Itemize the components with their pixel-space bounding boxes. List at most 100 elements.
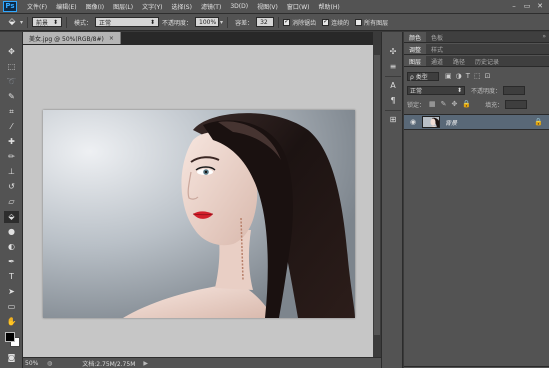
status-menu-icon[interactable]: ◍ [47,360,52,367]
lock-transparent-icon[interactable]: ▦ [429,100,436,108]
menu-view[interactable]: 视图(V) [257,2,278,11]
tolerance-input[interactable]: 32 [256,17,275,27]
layer-name[interactable]: 背景 [445,118,457,127]
lock-all-icon[interactable]: 🔒 [462,100,471,108]
type-filter-icon[interactable]: T [466,72,470,80]
history-brush-tool-icon[interactable]: ↺ [4,181,19,193]
contiguous-checkbox[interactable]: ✓ [322,18,330,26]
menu-filter[interactable]: 滤镜(T) [201,2,221,11]
all-layers-option[interactable]: 所有图层 [355,18,388,27]
status-bar: 50% ◍ 文档:2.75M/2.75M ▶ [23,357,381,368]
move-tool-icon[interactable]: ✥ [4,46,19,58]
tab-channels[interactable]: 通道 [426,56,448,66]
layer-kind-select[interactable]: ρ 类型 [407,71,439,81]
scrollbar-thumb[interactable] [374,55,380,335]
document-tab[interactable]: 美女.jpg @ 50%(RGB/8#) × [23,32,121,44]
menu-edit[interactable]: 编辑(E) [56,2,76,11]
brush-panel-icon[interactable]: ≡ [387,61,399,73]
brush-presets-icon[interactable]: ✣ [387,46,399,58]
paint-bucket-tool-icon[interactable]: ⬙ [4,211,19,223]
eyedropper-tool-icon[interactable]: ⁄ [4,121,19,133]
tolerance-value: 32 [260,18,268,26]
menu-type[interactable]: 文字(Y) [142,2,162,11]
opacity-input[interactable]: 100% [195,17,220,27]
type-tool-icon[interactable]: T [4,271,19,283]
layer-opacity-input[interactable] [503,85,526,95]
tab-color[interactable]: 颜色 [404,32,427,42]
blur-tool-icon[interactable]: ● [4,226,19,238]
clone-stamp-tool-icon[interactable]: ⊥ [4,166,19,178]
canvas[interactable] [23,45,373,357]
quick-select-tool-icon[interactable]: ✎ [4,91,19,103]
menu-help[interactable]: 帮助(H) [319,2,340,11]
minimize-button[interactable]: – [509,2,519,11]
lock-position-icon[interactable]: ✥ [452,100,458,108]
quick-mask-icon[interactable]: ◙ [4,352,19,364]
crop-tool-icon[interactable]: ⌗ [4,106,19,118]
portrait-photo [43,110,355,318]
maximize-button[interactable]: ▭ [522,2,532,11]
menu-3d[interactable]: 3D(D) [230,3,248,10]
blend-mode-select[interactable]: 正常 ⬍ [407,85,465,95]
hand-tool-icon[interactable]: ✋ [4,316,19,328]
menu-file[interactable]: 文件(F) [27,2,47,11]
path-select-tool-icon[interactable]: ➤ [4,286,19,298]
healing-brush-tool-icon[interactable]: ✚ [4,136,19,148]
tool-presets-icon[interactable]: ⊞ [387,114,399,126]
tab-history[interactable]: 历史记录 [470,56,504,66]
opacity-slider-arrow-icon[interactable]: ▾ [220,19,223,26]
eye-icon[interactable]: ◉ [407,118,419,126]
eraser-tool-icon[interactable]: ▱ [4,196,19,208]
lasso-tool-icon[interactable]: ➰ [4,76,19,88]
pen-tool-icon[interactable]: ✒ [4,256,19,268]
close-button[interactable]: ✕ [535,2,545,11]
shape-tool-icon[interactable]: ▭ [4,301,19,313]
adjustment-filter-icon[interactable]: ◑ [456,72,462,80]
brush-tool-icon[interactable]: ✏ [4,151,19,163]
layer-row-background[interactable]: ◉ 背景 🔒 [404,115,549,130]
document-image[interactable] [43,110,355,318]
smart-object-filter-icon[interactable]: ⊡ [485,72,491,80]
menu-select[interactable]: 选择(S) [171,2,192,11]
close-icon[interactable]: × [109,35,114,42]
document-tab-title: 美女.jpg @ 50%(RGB/8#) [29,35,104,43]
antialias-option[interactable]: ✓ 消除锯齿 [283,18,316,27]
adjustments-panel-tabs: 调整 样式 [404,44,549,55]
lock-pixels-icon[interactable]: ✎ [441,100,447,108]
menu-layer[interactable]: 图层(L) [113,2,133,11]
tool-preset-arrow-icon[interactable]: ▾ [20,19,23,26]
paint-bucket-icon[interactable]: ⬙ [4,16,20,29]
contiguous-option[interactable]: ✓ 连续的 [322,18,349,27]
menu-image[interactable]: 图像(I) [86,2,104,11]
fill-label: 填充： [485,101,504,109]
tab-paths[interactable]: 路径 [448,56,470,66]
tab-swatches[interactable]: 色板 [426,32,448,42]
zoom-level[interactable]: 50% [25,360,47,367]
divider [278,16,280,28]
blend-mode-value: 正常 [410,87,423,95]
panel-collapse-icon[interactable]: » [542,33,546,40]
tab-adjustments[interactable]: 调整 [404,44,427,54]
color-swatches[interactable] [5,332,21,348]
shape-filter-icon[interactable]: ⬚ [474,72,481,80]
all-layers-checkbox[interactable] [355,18,363,26]
foreground-color-swatch[interactable] [5,332,15,342]
menu-bar: Ps 文件(F) 编辑(E) 图像(I) 图层(L) 文字(Y) 选择(S) 滤… [0,0,549,14]
paragraph-panel-icon[interactable]: ¶ [387,95,399,107]
options-bar: ⬙ ▾ 前景 ⬍ 模式： 正常 ⬍ 不透明度： 100% ▾ 容差： 32 ✓ … [0,14,549,31]
tolerance-label: 容差： [235,19,254,27]
vertical-scrollbar[interactable] [373,45,381,357]
dodge-tool-icon[interactable]: ◐ [4,241,19,253]
pixel-filter-icon[interactable]: ▣ [445,72,452,80]
status-arrow-icon[interactable]: ▶ [143,360,148,367]
tab-styles[interactable]: 样式 [426,44,448,54]
character-panel-icon[interactable]: A [387,80,399,92]
marquee-tool-icon[interactable]: ⬚ [4,61,19,73]
menu-window[interactable]: 窗口(W) [287,2,310,11]
tab-layers[interactable]: 图层 [404,56,427,66]
antialias-checkbox[interactable]: ✓ [283,18,291,26]
fill-source-select[interactable]: 前景 ⬍ [32,17,63,27]
antialias-label: 消除锯齿 [292,19,317,27]
mode-select[interactable]: 正常 ⬍ [95,17,160,27]
fill-input[interactable] [505,99,528,109]
